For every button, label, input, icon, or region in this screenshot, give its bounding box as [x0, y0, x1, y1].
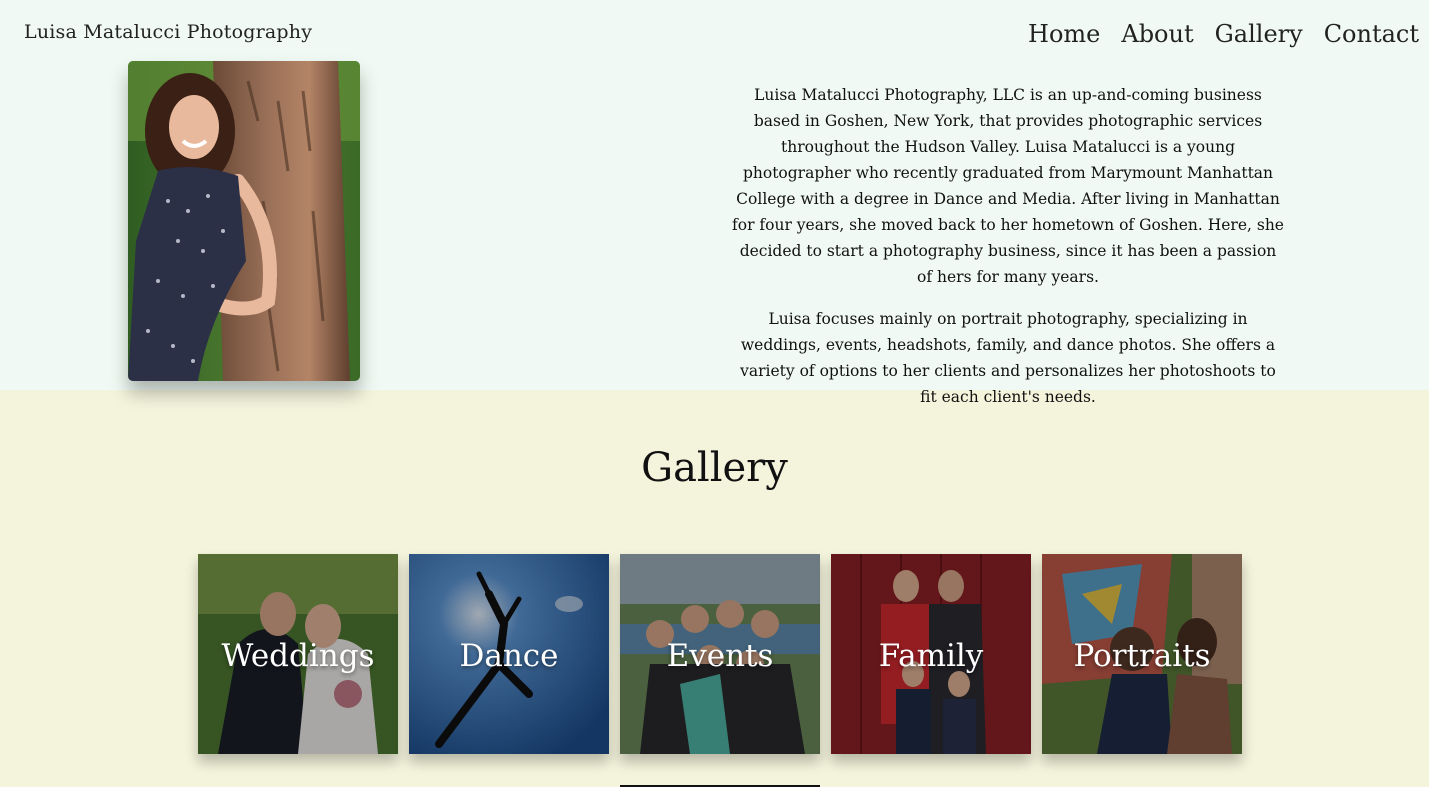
gallery-heading: Gallery — [641, 445, 788, 491]
site-brand[interactable]: Luisa Matalucci Photography — [24, 21, 312, 43]
about-section: Luisa Matalucci Photography Home About G… — [0, 0, 1429, 406]
about-paragraph-1: Luisa Matalucci Photography, LLC is an u… — [732, 86, 1284, 286]
about-paragraph-2: Luisa focuses mainly on portrait photogr… — [740, 310, 1276, 406]
gallery-tile-family[interactable]: Family — [831, 554, 1031, 754]
nav-gallery-link[interactable]: Gallery — [1215, 20, 1303, 48]
gallery-tile-dance[interactable]: Dance — [409, 554, 609, 754]
gallery-tiles: Weddings Dance Events Family Portraits — [198, 554, 1242, 754]
nav-home-link[interactable]: Home — [1028, 20, 1100, 48]
tile-label: Portraits — [1073, 638, 1211, 674]
tile-label: Family — [878, 638, 984, 674]
profile-photo — [128, 61, 360, 381]
main-nav: Home About Gallery Contact — [1028, 20, 1419, 48]
tile-label: Dance — [459, 638, 559, 674]
tile-label: Events — [666, 638, 774, 674]
about-text: Luisa Matalucci Photography, LLC is an u… — [730, 82, 1286, 410]
gallery-tile-events[interactable]: Events — [620, 554, 820, 754]
nav-contact-link[interactable]: Contact — [1324, 20, 1419, 48]
gallery-tile-weddings[interactable]: Weddings — [198, 554, 398, 754]
tile-label: Weddings — [221, 638, 375, 674]
nav-about-link[interactable]: About — [1121, 20, 1193, 48]
gallery-tile-portraits[interactable]: Portraits — [1042, 554, 1242, 754]
